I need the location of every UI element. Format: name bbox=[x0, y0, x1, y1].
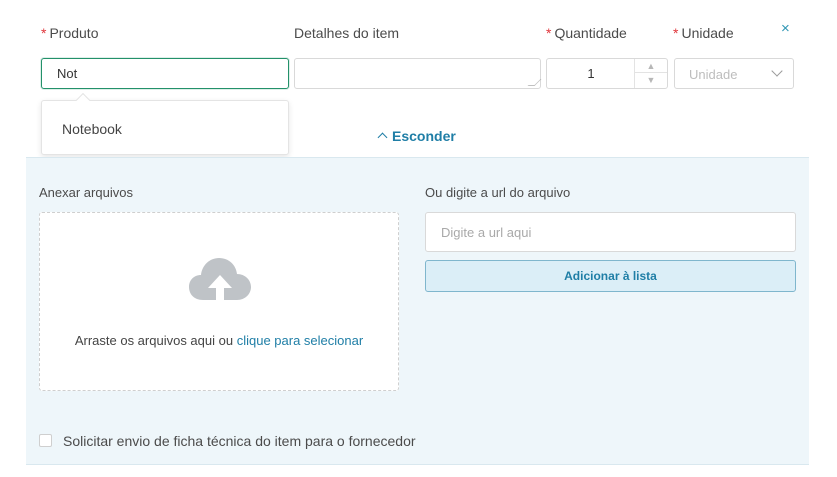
quantidade-stepper[interactable]: 1 ▲ ▼ bbox=[546, 58, 668, 89]
unidade-label: * Unidade bbox=[673, 25, 734, 41]
hide-toggle[interactable]: Esconder bbox=[377, 128, 456, 144]
dropzone-instruction: Arraste os arquivos aqui ou bbox=[74, 333, 237, 348]
required-mark: * bbox=[41, 25, 47, 41]
chevron-up-icon bbox=[377, 132, 388, 143]
dropdown-caret bbox=[75, 92, 91, 108]
select-files-link[interactable]: clique para selecionar bbox=[237, 333, 363, 348]
quantidade-label-text: Quantidade bbox=[554, 25, 627, 41]
unidade-placeholder: Unidade bbox=[689, 67, 738, 82]
required-mark: * bbox=[546, 25, 552, 41]
detalhes-label: Detalhes do item bbox=[294, 25, 400, 41]
stepper-controls: ▲ ▼ bbox=[634, 59, 667, 88]
url-label: Ou digite a url do arquivo bbox=[425, 185, 571, 200]
anexar-label: Anexar arquivos bbox=[39, 185, 133, 200]
quantidade-label: * Quantidade bbox=[546, 25, 627, 41]
chevron-down-icon bbox=[771, 65, 783, 77]
decrement-icon[interactable]: ▼ bbox=[635, 73, 667, 87]
add-to-list-button[interactable]: Adicionar à lista bbox=[425, 260, 796, 292]
unidade-label-text: Unidade bbox=[681, 25, 734, 41]
tech-sheet-checkbox[interactable] bbox=[39, 434, 52, 447]
unidade-select[interactable]: Unidade bbox=[674, 58, 794, 89]
autocomplete-option[interactable]: Notebook bbox=[62, 121, 122, 137]
resize-handle-icon[interactable] bbox=[527, 79, 542, 86]
quantidade-value[interactable]: 1 bbox=[547, 66, 635, 81]
required-mark: * bbox=[673, 25, 679, 41]
produto-input[interactable]: Not bbox=[41, 58, 289, 89]
autocomplete-dropdown: Notebook bbox=[41, 92, 289, 155]
produto-value: Not bbox=[57, 66, 78, 81]
produto-label-text: Produto bbox=[49, 25, 99, 41]
close-icon[interactable]: × bbox=[781, 21, 795, 36]
url-placeholder: Digite a url aqui bbox=[441, 225, 532, 240]
detalhes-textarea[interactable] bbox=[294, 58, 542, 89]
url-input[interactable]: Digite a url aqui bbox=[425, 212, 796, 252]
file-dropzone[interactable]: Arraste os arquivos aqui ou clique para … bbox=[39, 212, 399, 391]
tech-sheet-label[interactable]: Solicitar envio de ficha técnica do item… bbox=[63, 433, 416, 449]
cloud-upload-icon bbox=[189, 258, 251, 300]
dropzone-text: Arraste os arquivos aqui ou clique para … bbox=[40, 333, 398, 348]
produto-label: * Produto bbox=[41, 25, 99, 41]
hide-toggle-label: Esconder bbox=[392, 128, 456, 144]
increment-icon[interactable]: ▲ bbox=[635, 59, 667, 73]
